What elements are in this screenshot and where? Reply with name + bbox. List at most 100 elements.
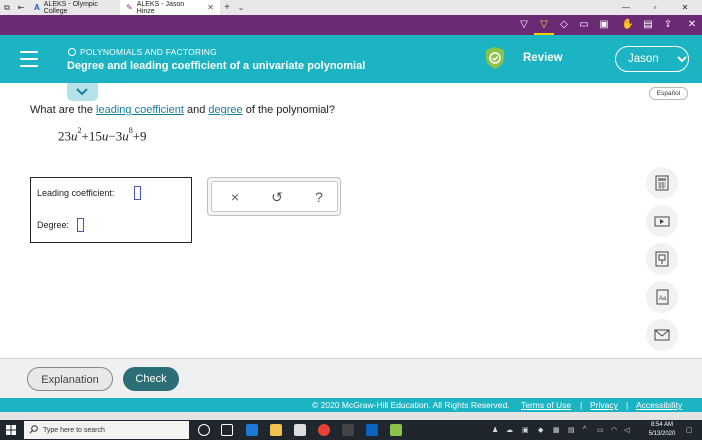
battery-icon[interactable]: ▭ <box>597 426 604 434</box>
calculator-button[interactable] <box>646 167 678 199</box>
new-tab-icon[interactable]: + <box>220 2 234 13</box>
share-icon[interactable]: ⇪ <box>658 15 678 35</box>
degree-link[interactable]: degree <box>208 104 242 116</box>
exit-inking-icon[interactable]: ✕ <box>682 15 702 35</box>
tab-label: ALEKS - Olympic College <box>43 0 98 15</box>
search-icon <box>29 425 38 434</box>
clip-icon[interactable]: ▣ <box>594 15 614 35</box>
pen-favicon-icon: ✎ <box>126 3 133 12</box>
divider: | <box>580 400 583 410</box>
envelope-icon <box>654 329 670 341</box>
dictionary-button[interactable]: Aa <box>646 281 678 313</box>
chevron-down-icon <box>676 55 687 62</box>
tab-label: ALEKS - Jason Hinze <box>136 0 185 15</box>
dictionary-icon: Aa <box>656 289 669 305</box>
close-window-icon[interactable]: ✕ <box>673 0 697 15</box>
minimize-icon[interactable]: — <box>614 0 638 15</box>
tab-aleks-olympic[interactable]: A ALEKS - Olympic College <box>28 0 120 15</box>
leading-coefficient-label: Leading coefficient: <box>37 188 115 198</box>
store-icon[interactable] <box>294 424 306 436</box>
video-icon <box>654 216 670 227</box>
eraser-icon[interactable]: ◇ <box>554 15 574 35</box>
tray-app-icon[interactable]: ▤ <box>568 426 575 434</box>
touch-write-icon[interactable]: ✋ <box>618 15 638 35</box>
comment-icon[interactable]: ▭ <box>574 15 594 35</box>
menu-icon[interactable] <box>20 51 38 67</box>
book-icon <box>655 251 669 267</box>
file-explorer-icon[interactable] <box>270 424 282 436</box>
edge-icon[interactable] <box>246 424 258 436</box>
explanation-button[interactable]: Explanation <box>27 367 113 391</box>
set-aside-tabs-icon[interactable]: ⇤ <box>14 3 28 12</box>
degree-label: Degree: <box>37 220 70 230</box>
degree-input[interactable] <box>77 218 85 232</box>
leading-coefficient-row: Leading coefficient: <box>37 186 142 200</box>
chevron-down-icon <box>76 88 88 96</box>
answer-box: Leading coefficient: Degree: <box>30 177 192 243</box>
taskbar-app-icon[interactable] <box>342 424 354 436</box>
notifications-icon[interactable]: ▢ <box>686 426 693 434</box>
answer-tools-panel: × ↺ ? <box>207 177 341 216</box>
browser-toolbar: ▽ ▽ ◇ ▭ ▣ ✋ ▤ ⇪ ✕ <box>0 15 702 35</box>
accessibility-link[interactable]: Accessibility <box>636 400 682 410</box>
aleks-header: POLYNOMIALS AND FACTORING Degree and lea… <box>0 35 702 83</box>
windows-start-icon[interactable] <box>6 425 16 435</box>
tray-app-icon[interactable]: ▣ <box>522 426 529 434</box>
check-button[interactable]: Check <box>123 367 179 391</box>
privacy-link[interactable]: Privacy <box>590 400 618 410</box>
close-tab-icon[interactable]: ✕ <box>207 3 214 12</box>
terms-link[interactable]: Terms of Use <box>521 400 571 410</box>
page-title: Degree and leading coefficient of a univ… <box>67 60 366 72</box>
aleks-favicon-icon: A <box>34 3 40 12</box>
textbook-button[interactable] <box>646 243 678 275</box>
language-toggle-button[interactable]: Español <box>649 87 688 100</box>
clear-button[interactable]: × <box>227 189 243 205</box>
shield-icon[interactable] <box>484 46 506 70</box>
browser-tab-bar: ⧉ ⇤ A ALEKS - Olympic College ✎ ALEKS - … <box>0 0 702 15</box>
divider: | <box>626 400 629 410</box>
taskbar-search-input[interactable]: Type here to search <box>24 421 189 439</box>
calculator-icon <box>655 175 669 191</box>
message-button[interactable] <box>646 319 678 351</box>
onedrive-icon[interactable]: ☁ <box>506 426 513 434</box>
leading-coefficient-link[interactable]: leading coefficient <box>96 104 184 116</box>
windows-taskbar: Type here to search ♟ ☁ ▣ ◆ ▦ ▤ ^ ▭ ◠ ◁ … <box>0 420 702 440</box>
tab-actions-icon[interactable]: ⧉ <box>0 3 14 13</box>
volume-icon[interactable]: ◁ <box>624 426 629 434</box>
task-view-icon[interactable] <box>221 424 233 436</box>
filter-icon[interactable]: ▽ <box>514 15 534 35</box>
aleks-taskbar-icon[interactable] <box>390 424 402 436</box>
app-tray-icon[interactable]: ◆ <box>538 426 543 434</box>
copyright-text: © 2020 McGraw-Hill Education. All Rights… <box>312 400 510 410</box>
progress-circle-icon <box>68 48 76 56</box>
maximize-icon[interactable]: ▫ <box>643 0 667 15</box>
user-name: Jason <box>628 53 659 65</box>
degree-row: Degree: <box>37 218 85 232</box>
svg-text:Aa: Aa <box>659 296 667 302</box>
question-text: What are the leading coefficient and deg… <box>30 104 335 116</box>
tab-aleks-jason[interactable]: ✎ ALEKS - Jason Hinze ✕ <box>120 0 220 15</box>
tray-app-icon[interactable]: ▦ <box>553 426 560 434</box>
leading-coefficient-input[interactable] <box>134 186 142 200</box>
help-button[interactable]: ? <box>311 189 327 205</box>
polynomial-expression: 23u2+15u−3u8+9 <box>58 126 147 144</box>
review-button[interactable]: Review <box>523 52 563 64</box>
outlook-icon[interactable] <box>366 424 378 436</box>
save-icon[interactable]: ▤ <box>638 15 658 35</box>
clock[interactable]: 8:54 AM 5/13/2020 <box>646 421 678 439</box>
collapse-header-button[interactable] <box>67 83 98 101</box>
chrome-icon[interactable] <box>318 424 330 436</box>
tab-list-chevron-icon[interactable]: ⌄ <box>234 3 248 12</box>
topic-label: POLYNOMIALS AND FACTORING <box>68 47 217 57</box>
wifi-icon[interactable]: ◠ <box>611 426 617 434</box>
undo-button[interactable]: ↺ <box>269 189 285 205</box>
footer-actions: Explanation Check <box>0 359 702 398</box>
video-button[interactable] <box>646 205 678 237</box>
people-icon[interactable]: ♟ <box>492 426 498 434</box>
user-menu-button[interactable]: Jason <box>615 46 689 72</box>
cortana-icon[interactable] <box>198 424 210 436</box>
show-hidden-icons-icon[interactable]: ^ <box>583 426 586 433</box>
horizontal-scrollbar[interactable] <box>0 412 702 420</box>
highlighter-icon[interactable]: ▽ <box>534 15 554 35</box>
copyright-bar: © 2020 McGraw-Hill Education. All Rights… <box>0 398 702 412</box>
